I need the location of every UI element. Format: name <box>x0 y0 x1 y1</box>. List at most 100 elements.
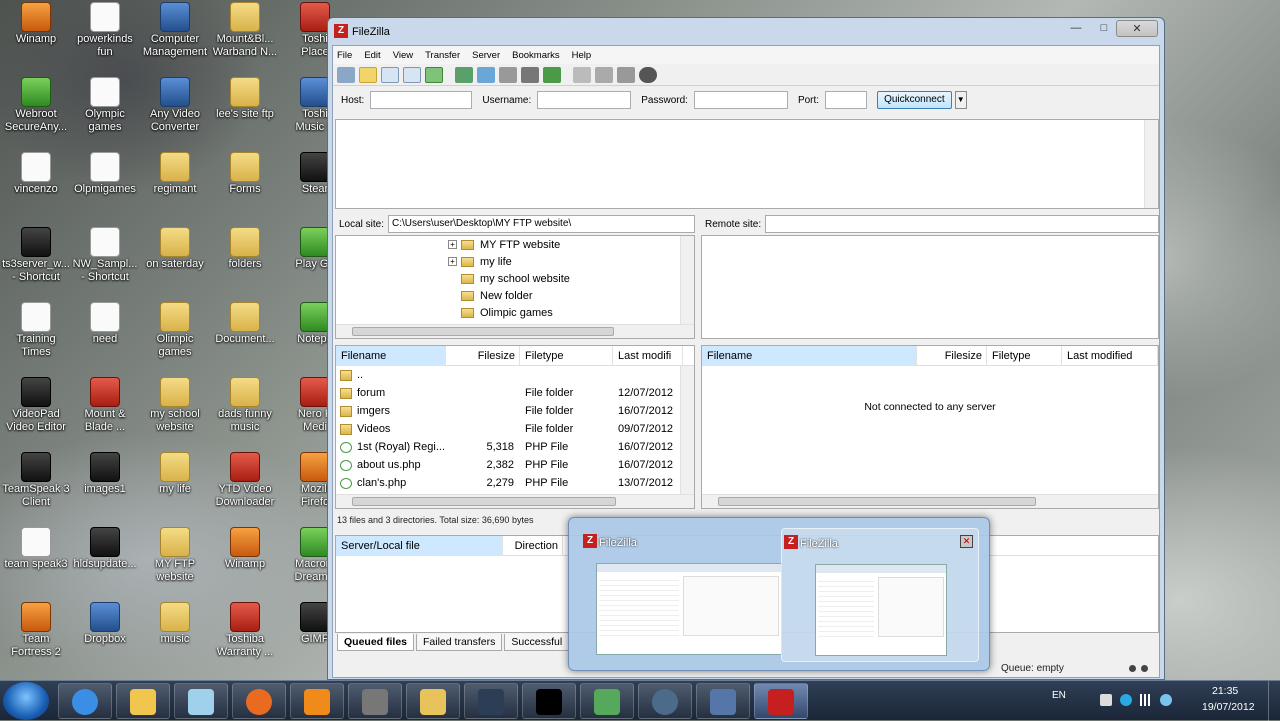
desktop-icon[interactable]: Document... <box>209 302 281 374</box>
desktop-icon[interactable]: Mount&Bl... Warband N... <box>209 2 281 74</box>
file-row[interactable]: forum File folder 12/07/2012 <box>336 384 694 402</box>
desktop-icon[interactable]: ts3server_w... - Shortcut <box>0 227 72 299</box>
reconnect-icon[interactable] <box>543 66 561 83</box>
menu-server[interactable]: Server <box>472 50 500 61</box>
local-header-column-3[interactable]: Last modifi <box>613 345 683 366</box>
thumbnail-close-icon[interactable]: ✕ <box>960 535 973 548</box>
username-input[interactable] <box>537 91 632 109</box>
desktop-icon[interactable]: images1 <box>69 452 141 524</box>
desktop-icon[interactable]: YTD Video Downloader <box>209 452 281 524</box>
file-row[interactable]: 1st (Royal) Regi... 5,318 PHP File 16/07/20… <box>336 438 694 456</box>
power-icon[interactable] <box>1100 694 1112 706</box>
local-header-column-0[interactable]: Filename <box>336 345 446 366</box>
desktop-icon[interactable]: MY FTP website <box>139 527 211 599</box>
remote-header-column-3[interactable]: Last modified <box>1062 345 1158 366</box>
taskbar-firefox-button[interactable] <box>232 683 286 719</box>
desktop-icon[interactable]: Any Video Converter <box>139 77 211 149</box>
search-icon[interactable] <box>639 66 657 83</box>
host-input[interactable] <box>370 91 473 109</box>
desktop-icon[interactable]: NW_Sampl... - Shortcut <box>69 227 141 299</box>
compare-icon[interactable] <box>595 66 613 83</box>
tree-item[interactable]: New folder <box>448 287 678 304</box>
menu-file[interactable]: File <box>337 50 352 61</box>
taskbar-video-editor-button[interactable] <box>696 683 750 719</box>
toggle-queue-icon[interactable] <box>425 66 443 83</box>
desktop-icon[interactable]: need <box>69 302 141 374</box>
queue-tab-1[interactable]: Failed transfers <box>416 634 503 651</box>
password-input[interactable] <box>693 91 788 109</box>
toggle-remote-tree-icon[interactable] <box>403 66 421 83</box>
desktop-icon[interactable]: Olimpic games <box>139 302 211 374</box>
close-button[interactable]: ✕ <box>1116 20 1158 37</box>
log-scrollbar[interactable] <box>1144 120 1158 208</box>
cancel-icon[interactable] <box>499 66 517 83</box>
minimize-button[interactable]: — <box>1063 20 1089 37</box>
desktop-icon[interactable]: hldsupdate... <box>69 527 141 599</box>
clock-date[interactable]: 19/07/2012 <box>1202 701 1255 713</box>
network-icon[interactable] <box>1140 694 1154 706</box>
taskbar-recycle-button[interactable] <box>580 683 634 719</box>
quickconnect-button[interactable]: Quickconnect <box>877 91 952 109</box>
file-row[interactable]: imgers File folder 16/07/2012 <box>336 402 694 420</box>
thumbnail-window-1[interactable]: Z FileZilla <box>581 528 782 662</box>
desktop-icon[interactable]: Team Fortress 2 <box>0 602 72 674</box>
taskbar-filezilla-button[interactable] <box>754 683 808 719</box>
remote-path-input[interactable] <box>765 215 1159 233</box>
tree-vertical-scrollbar[interactable] <box>680 236 694 324</box>
local-header-column-2[interactable]: Filetype <box>520 345 613 366</box>
menu-edit[interactable]: Edit <box>364 50 380 61</box>
tree-horizontal-scrollbar[interactable] <box>336 324 694 338</box>
desktop-icon[interactable]: TeamSpeak 3 Client <box>0 452 72 524</box>
desktop-icon[interactable]: Training Times <box>0 302 72 374</box>
tree-item[interactable]: + MY FTP website <box>448 236 678 253</box>
desktop-icon[interactable]: team speak3 <box>0 527 72 599</box>
queue-tab-2[interactable]: Successful <box>504 634 570 651</box>
desktop-icon[interactable]: VideoPad Video Editor <box>0 377 72 449</box>
taskbar-steam-button[interactable] <box>464 683 518 719</box>
quickconnect-dropdown[interactable]: ▼ <box>954 91 967 109</box>
show-desktop-button[interactable] <box>1268 681 1280 721</box>
taskbar-explorer-button[interactable] <box>116 683 170 719</box>
menu-view[interactable]: View <box>393 50 413 61</box>
queue-header-column-0[interactable]: Server/Local file <box>336 535 503 556</box>
desktop-icon[interactable]: Winamp <box>0 2 72 74</box>
taskbar-ie-button[interactable] <box>58 683 112 719</box>
message-log[interactable] <box>335 119 1159 209</box>
local-file-horizontal-scrollbar[interactable] <box>336 494 694 508</box>
queue-header-column-1[interactable]: Direction <box>503 535 563 556</box>
desktop-icon[interactable]: my life <box>139 452 211 524</box>
remote-header-column-0[interactable]: Filename <box>702 345 917 366</box>
local-path-input[interactable]: C:\Users\user\Desktop\MY FTP website\ <box>388 215 695 233</box>
desktop-icon[interactable]: Computer Management <box>139 2 211 74</box>
tree-item[interactable]: my school website <box>448 270 678 287</box>
desktop-icon[interactable]: Mount & Blade ... <box>69 377 141 449</box>
desktop-icon[interactable]: vincenzo <box>0 152 72 224</box>
desktop-icon[interactable]: Winamp <box>209 527 281 599</box>
file-row[interactable]: clan's.php 2,279 PHP File 13/07/2012 <box>336 474 694 492</box>
menu-help[interactable]: Help <box>572 50 592 61</box>
sync-browsing-icon[interactable] <box>617 66 635 83</box>
desktop-icon[interactable]: on saterday <box>139 227 211 299</box>
start-button[interactable] <box>3 682 49 720</box>
toggle-local-tree-icon[interactable] <box>381 66 399 83</box>
expand-icon[interactable]: + <box>448 257 457 266</box>
thumbnail-window-2[interactable]: Z FileZilla ✕ <box>781 528 979 662</box>
skype-icon[interactable] <box>1120 694 1132 706</box>
file-row[interactable]: .. <box>336 366 694 384</box>
taskbar-gimp-button[interactable] <box>348 683 402 719</box>
desktop-icon[interactable]: Olympic games <box>69 77 141 149</box>
disconnect-icon[interactable] <box>521 66 539 83</box>
file-row[interactable]: Videos File folder 09/07/2012 <box>336 420 694 438</box>
port-input[interactable] <box>825 91 868 109</box>
taskbar-folder-button[interactable] <box>406 683 460 719</box>
desktop-icon[interactable]: lee's site ftp <box>209 77 281 149</box>
desktop-icon[interactable]: Olpmigames <box>69 152 141 224</box>
desktop-icon[interactable]: powerkinds fun <box>69 2 141 74</box>
toggle-log-icon[interactable] <box>359 66 377 83</box>
local-file-vertical-scrollbar[interactable] <box>680 366 694 494</box>
title-bar[interactable]: Z FileZilla — □ ✕ <box>328 18 1164 45</box>
tree-item[interactable]: + my life <box>448 253 678 270</box>
queue-tab-0[interactable]: Queued files <box>337 634 415 651</box>
remote-header-column-1[interactable]: Filesize <box>917 345 987 366</box>
desktop-icon[interactable]: Dropbox <box>69 602 141 674</box>
